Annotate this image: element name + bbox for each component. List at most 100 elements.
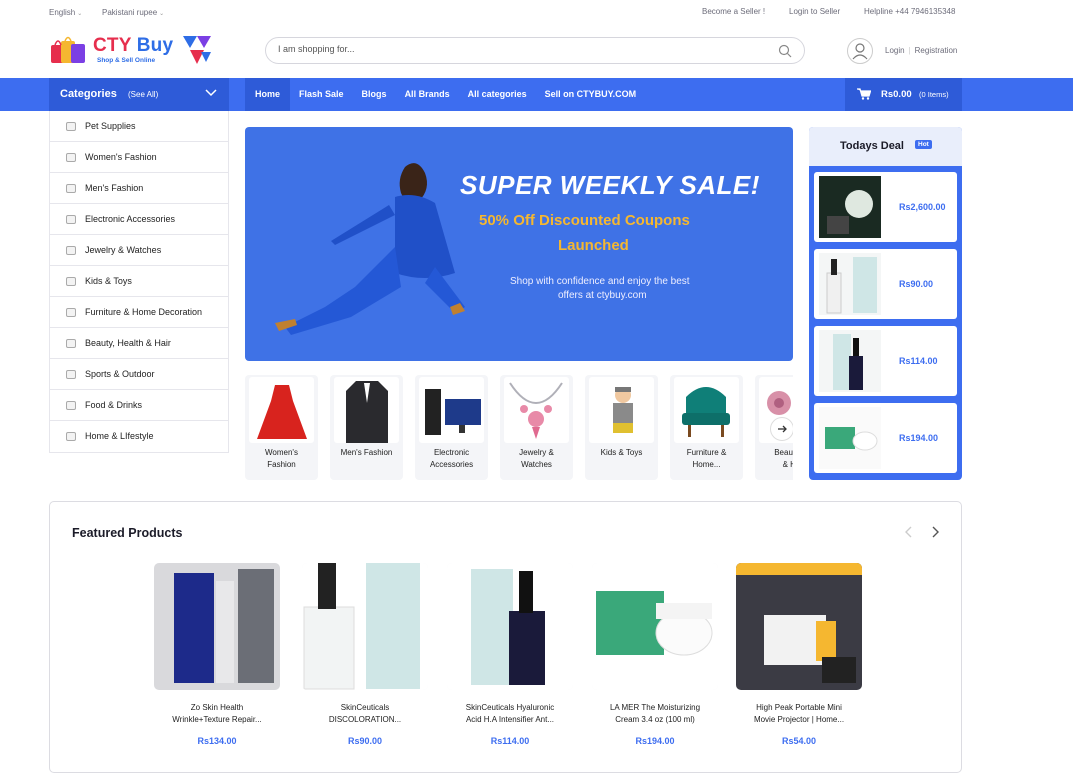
category-tile-label: Women's Fashion: [247, 447, 316, 471]
hot-badge: Hot: [915, 140, 932, 149]
category-item-kids-toys[interactable]: Kids & Toys: [50, 266, 228, 297]
registration-link[interactable]: Registration: [915, 46, 958, 55]
category-tile[interactable]: Furniture & Home...: [670, 375, 743, 480]
product-card[interactable]: SkinCeuticals DISCOLORATION... Rs90.00: [302, 563, 428, 753]
dress-icon: [66, 153, 76, 162]
product-image: [302, 563, 428, 690]
product-image: [447, 563, 573, 690]
chevron-left-icon[interactable]: [903, 526, 915, 538]
login-link[interactable]: Login: [885, 46, 905, 55]
brand-name-part2: Buy: [136, 35, 174, 56]
featured-products-section: Featured Products Zo Skin Health Wrinkle+…: [49, 501, 962, 773]
product-price: Rs90.00: [347, 736, 383, 746]
product-name-line-2: Acid H.A Intensifier Ant...: [465, 715, 555, 724]
divider: |: [908, 46, 911, 55]
deal-item[interactable]: Rs114.00: [814, 326, 957, 396]
category-label: Pet Supplies: [85, 121, 136, 131]
nav-blogs[interactable]: Blogs: [353, 78, 396, 111]
category-tile-label: Beauty, H & Ha: [757, 447, 793, 471]
product-name-line-2: DISCOLORATION...: [328, 715, 402, 724]
deal-price: Rs90.00: [899, 279, 934, 289]
cart-button[interactable]: Rs0.00 (0 Items): [845, 78, 962, 111]
product-card[interactable]: LA MER The Moisturizing Cream 3.4 oz (100…: [592, 563, 718, 753]
pet-icon: [66, 122, 76, 131]
see-all-link[interactable]: (See All): [128, 90, 158, 99]
category-item-sports[interactable]: Sports & Outdoor: [50, 359, 228, 390]
product-name: High Peak Portable Mini Movie Projector |…: [736, 702, 862, 726]
category-label: Women's Fashion: [85, 152, 157, 162]
cart-icon: [857, 88, 871, 100]
label-line-1: Men's Fashion: [340, 448, 393, 457]
hero-banner[interactable]: SUPER WEEKLY SALE! 50% Off Discounted Co…: [245, 127, 793, 361]
search-icon[interactable]: [778, 44, 792, 58]
login-seller-link[interactable]: Login to Seller: [789, 7, 840, 16]
category-item-womens-fashion[interactable]: Women's Fashion: [50, 142, 228, 173]
category-label: Sports & Outdoor: [85, 369, 155, 379]
deal-product-image: [819, 407, 881, 469]
category-item-beauty[interactable]: Beauty, Health & Hair: [50, 328, 228, 359]
carousel-next-button[interactable]: [770, 417, 793, 441]
home-icon: [66, 432, 76, 441]
language-select[interactable]: English ⌄: [49, 8, 82, 17]
category-label: Jewelry & Watches: [85, 245, 162, 255]
product-price: Rs134.00: [197, 736, 237, 746]
cart-items-count: (0 Items): [919, 90, 949, 99]
toy-icon: [66, 277, 76, 286]
nav-sell[interactable]: Sell on CTYBUY.COM: [536, 78, 646, 111]
product-card[interactable]: Zo Skin Health Wrinkle+Texture Repair... …: [154, 563, 280, 753]
banner-subheadline-2: Launched: [558, 237, 629, 254]
category-list: Pet Supplies Women's Fashion Men's Fashi…: [49, 111, 229, 453]
category-item-electronic-accessories[interactable]: Electronic Accessories: [50, 204, 228, 235]
banner-headline: SUPER WEEKLY SALE!: [460, 170, 760, 200]
deal-item[interactable]: Rs90.00: [814, 249, 957, 319]
category-item-mens-fashion[interactable]: Men's Fashion: [50, 173, 228, 204]
main-navbar: Categories (See All) Home Flash Sale Blo…: [0, 78, 1073, 111]
nav-flash-sale[interactable]: Flash Sale: [290, 78, 353, 111]
food-icon: [66, 401, 76, 410]
brand-name: CTY Buy: [93, 35, 173, 57]
shopping-bags-icon: [51, 36, 85, 63]
product-image: [736, 563, 862, 690]
deal-product-image: [819, 330, 881, 392]
user-avatar-icon[interactable]: [847, 38, 873, 64]
category-item-furniture[interactable]: Furniture & Home Decoration: [50, 297, 228, 328]
category-item-jewelry-watches[interactable]: Jewelry & Watches: [50, 235, 228, 266]
nav-all-brands[interactable]: All Brands: [396, 78, 459, 111]
deal-item[interactable]: Rs194.00: [814, 403, 957, 473]
category-image: [504, 377, 569, 443]
category-item-home-lifestyle[interactable]: Home & LIfestyle: [50, 421, 228, 452]
category-item-food[interactable]: Food & Drinks: [50, 390, 228, 421]
become-seller-link[interactable]: Become a Seller !: [702, 7, 765, 16]
category-tile[interactable]: Electronic Accessories: [415, 375, 488, 480]
brand-logo[interactable]: CTY Buy Shop & Sell Online: [49, 33, 214, 67]
category-image: [334, 377, 399, 443]
chevron-down-icon: ⌄: [159, 11, 165, 17]
category-tile[interactable]: Men's Fashion: [330, 375, 403, 480]
categories-dropdown[interactable]: Categories (See All): [49, 78, 229, 111]
category-tile[interactable]: Women's Fashion: [245, 375, 318, 480]
currency-label: Pakistani rupee: [102, 8, 158, 17]
label-line-1: Beauty, H: [774, 448, 793, 457]
category-image: [674, 377, 739, 443]
brand-tagline: Shop & Sell Online: [97, 57, 156, 64]
category-label: Electronic Accessories: [85, 214, 176, 224]
product-name-line-1: SkinCeuticals Hyaluronic: [465, 703, 555, 712]
category-tile-label: Men's Fashion: [332, 447, 401, 459]
product-card[interactable]: High Peak Portable Mini Movie Projector |…: [736, 563, 862, 753]
electronics-icon: [66, 215, 76, 224]
nav-home[interactable]: Home: [245, 78, 291, 111]
category-item-pet-supplies[interactable]: Pet Supplies: [50, 111, 228, 142]
featured-products-title: Featured Products: [72, 526, 183, 540]
chevron-right-icon[interactable]: [929, 526, 941, 538]
nav-all-categories[interactable]: All categories: [459, 78, 536, 111]
category-tile[interactable]: Jewelry & Watches: [500, 375, 573, 480]
product-card[interactable]: SkinCeuticals Hyaluronic Acid H.A Intensi…: [447, 563, 573, 753]
product-name-line-2: Wrinkle+Texture Repair...: [172, 715, 262, 724]
search-input[interactable]: [278, 44, 758, 54]
category-tile[interactable]: Kids & Toys: [585, 375, 658, 480]
deal-item[interactable]: Rs2,600.00: [814, 172, 957, 242]
currency-select[interactable]: Pakistani rupee ⌄: [102, 8, 164, 17]
user-icon: [852, 43, 868, 60]
product-price: Rs114.00: [490, 736, 530, 746]
search-box: [265, 37, 805, 64]
